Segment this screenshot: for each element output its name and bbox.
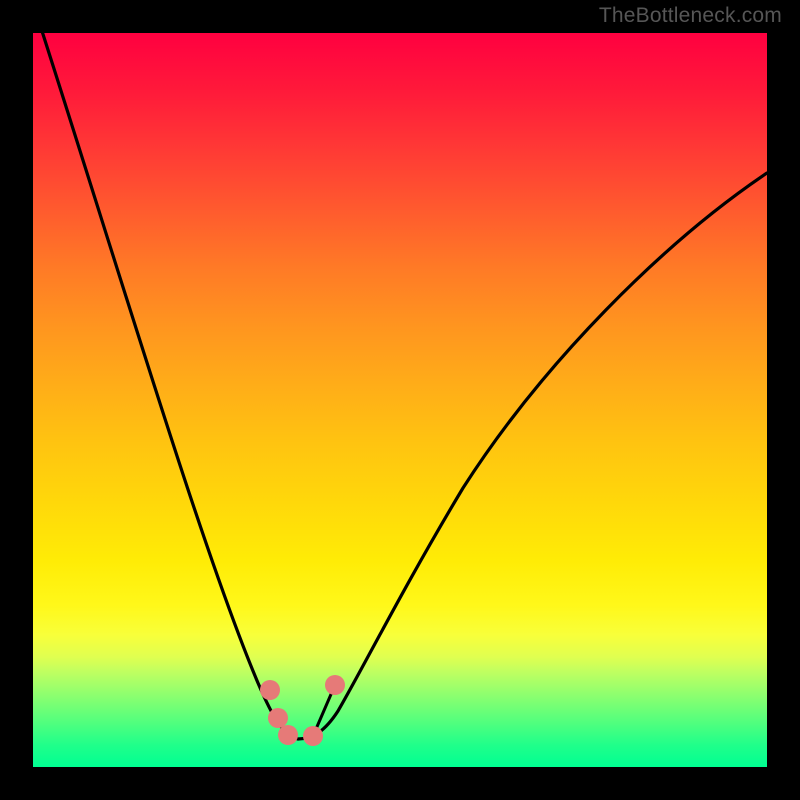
dot-bottom-2 [303, 726, 323, 746]
right-curve [298, 173, 767, 739]
watermark-text: TheBottleneck.com [599, 4, 782, 28]
left-curve [33, 33, 298, 739]
dot-left-upper [260, 680, 280, 700]
dot-right-upper [325, 675, 345, 695]
plot-area [33, 33, 767, 767]
dot-bottom-1 [278, 725, 298, 745]
dot-left-mid [268, 708, 288, 728]
chart-svg [33, 33, 767, 767]
